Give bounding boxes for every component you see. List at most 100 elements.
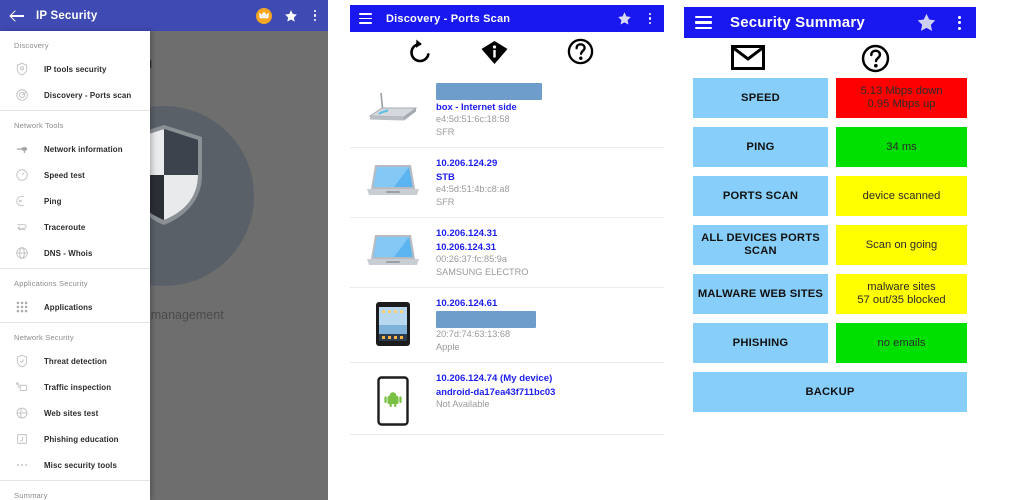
drawer-section-header: Network Tools xyxy=(14,121,64,130)
hamburger-menu-icon[interactable] xyxy=(695,13,712,32)
sidebar-item-label: Speed test xyxy=(44,170,85,180)
summary-label-all-devices-ports-scan[interactable]: ALL DEVICES PORTS SCAN xyxy=(693,225,828,265)
device-ip-address: 10.206.124.74 (My device) xyxy=(436,373,553,384)
summary-row: BACKUP xyxy=(684,372,976,412)
sidebar-item-label: Applications xyxy=(44,302,93,312)
sidebar-item-label: IP tools security xyxy=(44,64,107,74)
device-list-item[interactable]: box - Internet side e4:5d:51:6c:18:58 SFR xyxy=(350,74,664,148)
sidebar-item-label: Misc security tools xyxy=(44,460,117,470)
app-bar-security-summary: Security Summary xyxy=(684,7,976,38)
device-ip-address: 10.206.124.29 xyxy=(436,158,498,169)
sidebar-item-label: Discovery - Ports scan xyxy=(44,90,132,100)
question-circle-icon[interactable] xyxy=(861,44,890,78)
kebab-menu-icon[interactable] xyxy=(953,15,965,30)
device-ip-address: 10.206.124.61 xyxy=(436,298,498,309)
laptop-icon xyxy=(350,227,436,271)
back-arrow-icon[interactable] xyxy=(8,7,26,25)
device-mac-address: 20:7d:74:63:13:68 xyxy=(436,329,511,339)
traffic-inspect-icon xyxy=(14,379,30,395)
star-icon[interactable] xyxy=(284,9,298,23)
device-mac-address: 00:26:37:fc:85:9a xyxy=(436,254,508,264)
sidebar-item-misc-security-tools[interactable]: Misc security tools xyxy=(0,452,150,478)
sidebar-item-ip-tools-security[interactable]: IP tools security xyxy=(0,56,150,82)
device-list-item[interactable]: 10.206.124.61 20:7d:74:63:13:68 Apple xyxy=(350,288,664,363)
status-badge[interactable]: Scan on going xyxy=(836,225,967,265)
sidebar-item-label: Threat detection xyxy=(44,356,107,366)
status-badge[interactable]: malware sites 57 out/35 blocked xyxy=(836,274,967,314)
globe-icon xyxy=(14,245,30,261)
tablet-icon xyxy=(350,297,436,347)
hamburger-menu-icon[interactable] xyxy=(359,11,372,26)
wifi-info-icon[interactable] xyxy=(481,38,508,71)
sidebar-item-label: Phishing education xyxy=(44,434,119,444)
summary-row: MALWARE WEB SITES malware sites 57 out/35 … xyxy=(684,274,976,314)
device-list-item[interactable]: 10.206.124.74 (My device) android-da17ea4… xyxy=(350,363,664,435)
envelope-icon[interactable] xyxy=(731,44,765,76)
summary-row: ALL DEVICES PORTS SCAN Scan on going xyxy=(684,225,976,265)
status-badge[interactable]: 5.13 Mbps down 0.95 Mbps up xyxy=(836,78,967,118)
router-icon xyxy=(350,83,436,125)
drawer-section-header: Network Security xyxy=(14,333,74,342)
phone-panel-security-summary: Security Summary SPEED 5.13 Mbps down 0.… xyxy=(684,7,976,483)
laptop-icon xyxy=(350,157,436,201)
traceroute-arrows-icon xyxy=(14,219,30,235)
status-badge[interactable]: device scanned xyxy=(836,176,967,216)
sidebar-item-label: Ping xyxy=(44,196,62,206)
summary-label-malware-web-sites[interactable]: MALWARE WEB SITES xyxy=(693,274,828,314)
device-mac-address: Not Available xyxy=(436,399,490,409)
summary-label-speed[interactable]: SPEED xyxy=(693,78,828,118)
star-icon[interactable] xyxy=(617,11,632,26)
sidebar-item-discovery-ports-scan[interactable]: Discovery - Ports scan xyxy=(0,82,150,108)
status-badge[interactable]: 34 ms xyxy=(836,127,967,167)
sidebar-item-phishing-education[interactable]: Phishing education xyxy=(0,426,150,452)
device-list-item[interactable]: 10.206.124.31 10.206.124.31 00:26:37:fc:85… xyxy=(350,218,664,288)
sidebar-item-ping[interactable]: Ping xyxy=(0,188,150,214)
web-globe-icon xyxy=(14,405,30,421)
device-vendor: SFR xyxy=(436,127,455,137)
device-vendor: SFR xyxy=(436,197,455,207)
sidebar-item-label: Web sites test xyxy=(44,408,99,418)
kebab-menu-icon[interactable] xyxy=(645,13,655,24)
sidebar-item-threat-detection[interactable]: Threat detection xyxy=(0,348,150,374)
device-vendor: SAMSUNG ELECTRO xyxy=(436,267,529,277)
kebab-menu-icon[interactable] xyxy=(310,10,320,21)
sidebar-item-traffic-inspection[interactable]: Traffic inspection xyxy=(0,374,150,400)
device-info: 10.206.124.31 10.206.124.31 00:26:37:fc:85… xyxy=(436,227,664,279)
star-icon[interactable] xyxy=(916,12,937,33)
sidebar-item-traceroute[interactable]: Traceroute xyxy=(0,214,150,240)
ellipsis-icon xyxy=(14,457,30,473)
device-mac-address: e4:5d:51:6c:18:58 xyxy=(436,114,510,124)
status-badge[interactable]: no emails xyxy=(836,323,967,363)
speedometer-icon xyxy=(14,167,30,183)
radar-scan-icon xyxy=(14,87,30,103)
refresh-icon[interactable] xyxy=(407,38,433,71)
summary-label-phishing[interactable]: PHISHING xyxy=(693,323,828,363)
device-name: STB xyxy=(436,171,455,182)
page-title: IP Security xyxy=(36,9,98,22)
drawer-section-header: Discovery xyxy=(14,41,49,50)
page-title: Security Summary xyxy=(730,14,865,31)
app-bar-ip-security: IP Security xyxy=(0,0,328,31)
apps-grid-icon xyxy=(14,299,30,315)
page-title: Discovery - Ports Scan xyxy=(386,12,511,25)
summary-label-ping[interactable]: PING xyxy=(693,127,828,167)
action-icon-bar xyxy=(350,32,664,74)
sidebar-item-speed-test[interactable]: Speed test xyxy=(0,162,150,188)
device-list: box - Internet side e4:5d:51:6c:18:58 SFR 1… xyxy=(350,74,664,435)
sidebar-item-network-information[interactable]: Network information xyxy=(0,136,150,162)
navigation-drawer: Discovery IP tools security Discovery - Po… xyxy=(0,31,150,500)
question-circle-icon[interactable] xyxy=(567,38,594,70)
sidebar-item-applications[interactable]: Applications xyxy=(0,294,150,320)
crown-badge-icon[interactable] xyxy=(256,7,272,24)
sidebar-item-label: Network information xyxy=(44,144,123,154)
summary-label-ports-scan[interactable]: PORTS SCAN xyxy=(693,176,828,216)
device-list-item[interactable]: 10.206.124.29 STB e4:5d:51:4b:c8:a8 SFR xyxy=(350,148,664,218)
app-bar-ports-scan: Discovery - Ports Scan xyxy=(350,5,664,32)
phishing-hook-icon xyxy=(14,431,30,447)
summary-label-backup[interactable]: BACKUP xyxy=(693,372,967,412)
sidebar-item-web-sites-test[interactable]: Web sites test xyxy=(0,400,150,426)
device-info: box - Internet side e4:5d:51:6c:18:58 SFR xyxy=(436,83,664,139)
drawer-section-header: Applications Security xyxy=(14,279,88,288)
sidebar-item-dns-whois[interactable]: DNS - Whois xyxy=(0,240,150,266)
summary-row: SPEED 5.13 Mbps down 0.95 Mbps up xyxy=(684,78,976,118)
